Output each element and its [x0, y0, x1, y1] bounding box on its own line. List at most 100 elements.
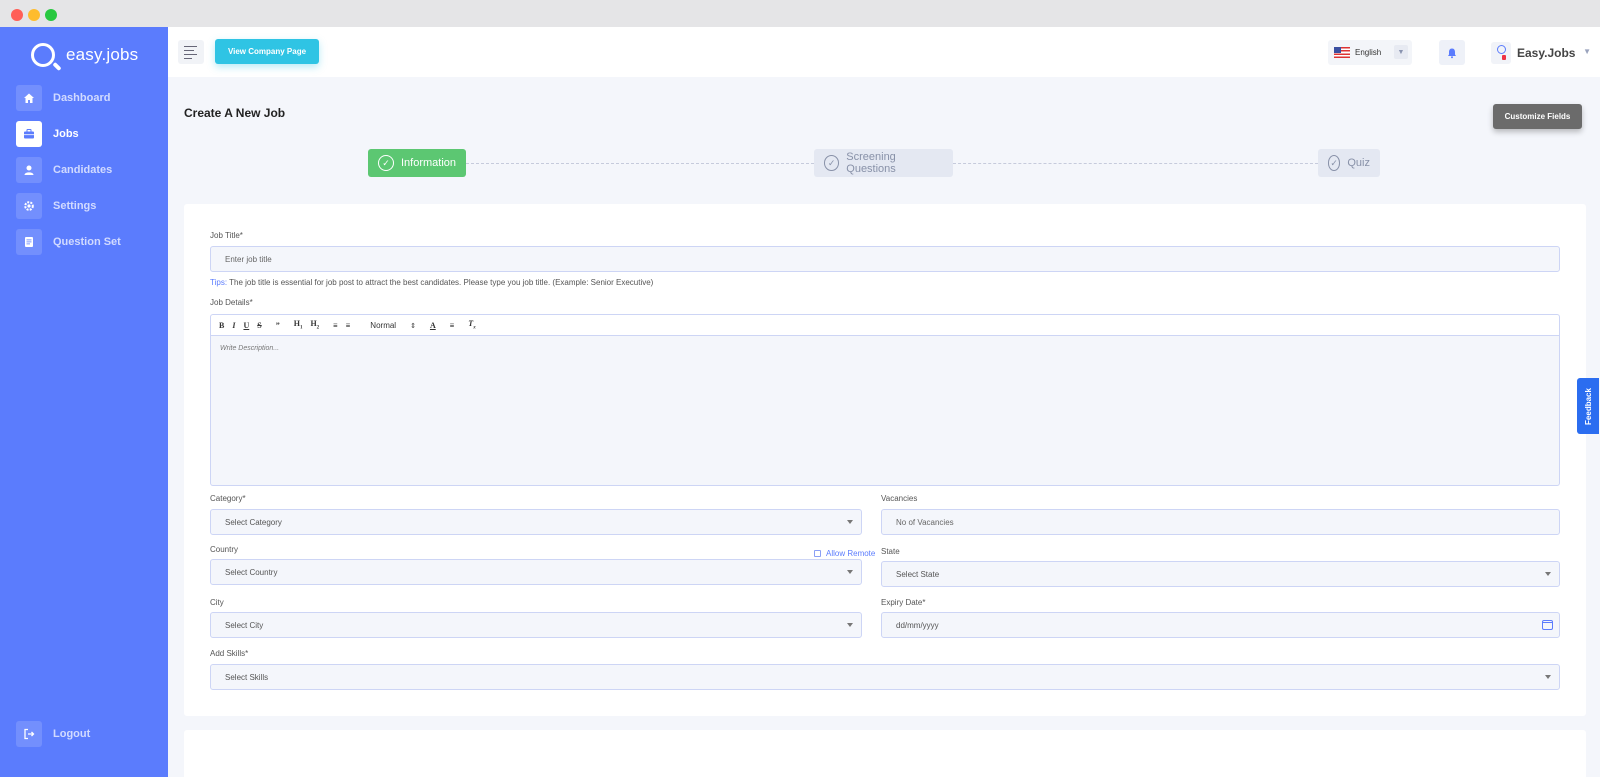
step-label: Information: [400, 157, 456, 169]
job-details-label: Job Details*: [210, 298, 253, 307]
job-title-label: Job Title*: [210, 231, 243, 240]
sidebar-item-candidates[interactable]: Candidates: [16, 157, 156, 183]
ordered-list-icon[interactable]: ≡: [333, 321, 338, 330]
editor-placeholder: Write Description...: [220, 345, 280, 352]
tips-key: Tips:: [210, 278, 228, 287]
vacancies-label: Vacancies: [881, 494, 918, 503]
step-information[interactable]: ✓ Information: [368, 149, 466, 177]
page-title: Create A New Job: [184, 106, 286, 120]
category-select-value: Select Category: [225, 517, 282, 527]
language-selector[interactable]: English ▼: [1328, 40, 1412, 65]
city-label: City: [210, 598, 224, 607]
step-screening-questions[interactable]: ✓ Screening Questions: [814, 149, 953, 177]
expiry-date-label: Expiry Date*: [881, 598, 926, 607]
align-icon[interactable]: ≡: [450, 321, 455, 330]
city-select-value: Select City: [225, 620, 264, 630]
chevron-down-icon: ▼: [1583, 47, 1591, 56]
blockquote-button[interactable]: ”: [276, 321, 280, 330]
category-select[interactable]: Select Category: [210, 509, 862, 535]
allow-remote-checkbox[interactable]: Allow Remote: [814, 549, 875, 558]
category-label: Category*: [210, 494, 246, 503]
step-connector: [466, 163, 814, 164]
format-select-value: Normal: [370, 320, 397, 330]
tips-text: The job title is essential for job post …: [229, 278, 654, 287]
underline-button[interactable]: U: [243, 321, 249, 330]
menu-toggle-button[interactable]: [178, 40, 204, 64]
chevron-down-icon: ▼: [1394, 45, 1408, 59]
brand-logo[interactable]: easy.jobs: [31, 41, 138, 69]
sidebar-item-label: Dashboard: [53, 92, 111, 104]
briefcase-icon: [16, 121, 42, 147]
language-label: English: [1355, 48, 1382, 57]
bold-button[interactable]: B: [219, 321, 224, 330]
hamburger-line: [184, 45, 197, 47]
job-title-input[interactable]: [210, 246, 1560, 272]
user-icon: [16, 157, 42, 183]
topbar: View Company Page English ▼ Easy.Jobs ▼: [168, 27, 1600, 77]
italic-button[interactable]: I: [232, 321, 235, 330]
check-circle-icon: ✓: [824, 155, 840, 171]
check-circle-icon: ✓: [378, 155, 394, 171]
us-flag-icon: [1334, 47, 1350, 58]
bullet-list-icon[interactable]: ≡: [346, 321, 351, 330]
caret-down-icon: [847, 623, 853, 627]
gear-icon: [16, 193, 42, 219]
sidebar: easy.jobs Dashboard Jobs Candidates Sett…: [0, 27, 168, 777]
heading2-button[interactable]: H2: [310, 319, 319, 331]
sidebar-item-label: Question Set: [53, 236, 121, 248]
country-select[interactable]: Select Country: [210, 559, 862, 585]
job-form-card: Job Title* Tips: The job title is essent…: [184, 204, 1586, 716]
avatar: [1491, 41, 1511, 64]
expiry-date-input[interactable]: dd/mm/yyyy: [881, 612, 1560, 638]
state-label: State: [881, 547, 900, 556]
sidebar-item-settings[interactable]: Settings: [16, 193, 156, 219]
sidebar-item-question-set[interactable]: Question Set: [16, 229, 156, 255]
magnifier-logo-icon: [31, 43, 55, 67]
user-menu[interactable]: Easy.Jobs ▼: [1491, 40, 1591, 65]
allow-remote-label: Allow Remote: [826, 549, 876, 558]
scrollbar[interactable]: [1593, 27, 1600, 777]
heading1-button[interactable]: H1: [294, 319, 303, 331]
editor-toolbar: B I U S ” H1 H2 ≡ ≡ Normal ⇕ A ≡ Tx: [210, 314, 1560, 336]
step-quiz[interactable]: ✓ Quiz: [1318, 149, 1380, 177]
country-select-value: Select Country: [225, 567, 278, 577]
text-color-button[interactable]: A: [430, 321, 436, 330]
job-details-editor[interactable]: Write Description...: [210, 336, 1560, 486]
caret-down-icon: [847, 520, 853, 524]
checkbox-icon: [814, 550, 821, 557]
city-select[interactable]: Select City: [210, 612, 862, 638]
customize-fields-button[interactable]: Customize Fields: [1493, 104, 1582, 129]
clear-format-button[interactable]: Tx: [468, 319, 475, 331]
home-icon: [16, 85, 42, 111]
step-connector: [953, 163, 1318, 164]
close-window-button[interactable]: [11, 9, 23, 21]
sidebar-item-label: Jobs: [53, 128, 79, 140]
maximize-window-button[interactable]: [45, 9, 57, 21]
check-circle-icon: ✓: [1328, 155, 1341, 171]
calendar-icon[interactable]: [1542, 620, 1553, 630]
step-label: Screening Questions: [846, 151, 896, 175]
bell-icon: [1448, 48, 1456, 58]
skills-select[interactable]: Select Skills: [210, 664, 1560, 690]
caret-down-icon: [1545, 675, 1551, 679]
strikethrough-button[interactable]: S: [257, 321, 261, 330]
state-select[interactable]: Select State: [881, 561, 1560, 587]
expiry-date-placeholder: dd/mm/yyyy: [896, 620, 939, 630]
vacancies-input[interactable]: [881, 509, 1560, 535]
user-name: Easy.Jobs: [1517, 45, 1576, 60]
notification-button[interactable]: [1439, 40, 1465, 65]
document-icon: [16, 229, 42, 255]
sidebar-item-label: Candidates: [53, 164, 113, 176]
hamburger-line: [184, 57, 192, 59]
format-select[interactable]: Normal ⇕: [370, 321, 416, 330]
view-company-page-button[interactable]: View Company Page: [215, 39, 319, 64]
minimize-window-button[interactable]: [28, 9, 40, 21]
sidebar-item-jobs[interactable]: Jobs: [16, 121, 156, 147]
hamburger-line: [184, 53, 197, 55]
sidebar-item-dashboard[interactable]: Dashboard: [16, 85, 156, 111]
hamburger-line: [184, 49, 194, 51]
logout-icon: [16, 721, 42, 747]
state-select-value: Select State: [896, 569, 940, 579]
logout-button[interactable]: Logout: [16, 721, 156, 747]
caret-down-icon: [1545, 572, 1551, 576]
